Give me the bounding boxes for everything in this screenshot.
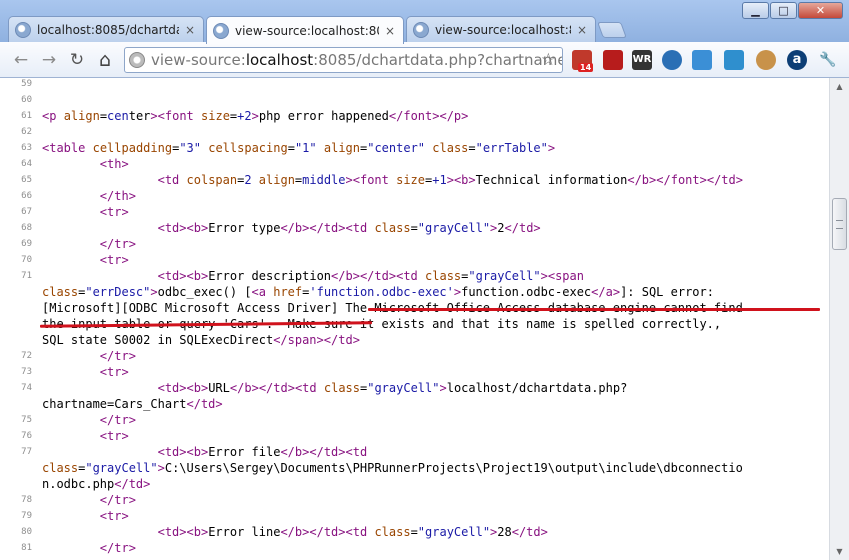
line-code: </tr> <box>99 349 136 363</box>
tab-view-source-active[interactable]: view-source:localhost:8085/ × <box>206 16 404 44</box>
line-number: 64 <box>21 159 32 169</box>
line-code: </tr> <box>99 493 136 507</box>
alexa-icon[interactable]: a <box>787 50 807 70</box>
tab-label: view-source:localhost:8085/ <box>235 23 379 38</box>
line-number: 68 <box>21 223 32 233</box>
line-code: class="grayCell">C:\Users\Sergey\Documen… <box>42 461 743 475</box>
browser-toolbar: ← → ↻ ⌂ view-source: localhost:8085/dchar… <box>0 42 849 78</box>
tab-label: view-source:localhost:8085/ <box>435 23 571 37</box>
line-number: 79 <box>21 511 32 521</box>
url-host: localhost <box>245 51 314 69</box>
scrollbar-thumb[interactable] <box>832 198 847 250</box>
line-code: <td colspan=2 align=middle><font size=+1… <box>157 173 743 187</box>
close-icon[interactable]: × <box>383 24 397 38</box>
line-code: <tr> <box>99 205 129 219</box>
line-number: 72 <box>21 351 32 361</box>
line-code: </tr> <box>99 541 136 555</box>
line-number: 67 <box>21 207 32 217</box>
scroll-down-arrow-icon[interactable]: ▼ <box>830 543 849 560</box>
bookmark-star-icon[interactable]: ☆ <box>541 50 556 70</box>
line-number: 65 <box>21 175 32 185</box>
close-icon[interactable]: × <box>575 23 589 37</box>
line-number: 60 <box>21 95 32 105</box>
line-number: 62 <box>21 127 32 137</box>
line-number: 71 <box>21 271 32 281</box>
tab-label: localhost:8085/dchartdata.p <box>37 23 179 37</box>
line-number: 78 <box>21 495 32 505</box>
line-code: n.odbc.php</td> <box>42 477 151 491</box>
line-code: <tr> <box>99 509 129 523</box>
line-code: </tr> <box>99 413 136 427</box>
line-code: <tr> <box>99 429 129 443</box>
book-icon[interactable] <box>603 50 623 70</box>
line-number: 63 <box>21 143 32 153</box>
tab-dchartdata[interactable]: localhost:8085/dchartdata.p × <box>8 16 204 43</box>
line-code: SQL state S0002 in SQLExecDirect</span><… <box>42 333 360 347</box>
cookie-icon[interactable] <box>756 50 776 70</box>
line-code: <tr> <box>99 365 129 379</box>
url-rest: :8085/dchartdata.php?chartname=Ca <box>313 51 562 69</box>
line-number: 70 <box>21 255 32 265</box>
line-number: 76 <box>21 431 32 441</box>
line-code: <td><b>Error type</b></td><td class="gra… <box>157 221 541 235</box>
line-number: 75 <box>21 415 32 425</box>
maximize-button[interactable]: □ <box>770 2 797 19</box>
tab-view-source[interactable]: view-source:localhost:8085/ × <box>406 16 596 43</box>
error-underline <box>368 308 820 311</box>
line-code: chartname=Cars_Chart</td> <box>42 397 223 411</box>
line-code: <td><b>Error line</b></td><td class="gra… <box>157 525 548 539</box>
line-code: </tr> <box>99 237 136 251</box>
line-code: <td><b>URL</b></td><td class="grayCell">… <box>157 381 628 395</box>
line-code: <table cellpadding="3" cellspacing="1" a… <box>42 141 556 155</box>
close-icon[interactable]: × <box>183 23 197 37</box>
vertical-scrollbar[interactable]: ▲ ▼ <box>829 78 849 560</box>
line-number: 59 <box>21 79 32 89</box>
title-bar: localhost:8085/dchartdata.p × view-sourc… <box>0 0 849 44</box>
url-prefix: view-source: <box>151 51 246 69</box>
globe-icon <box>15 22 31 38</box>
source-view: 59 60 61 <p align=center><font size=+2>php … <box>0 78 829 560</box>
minimize-button[interactable]: ▁ <box>742 2 769 19</box>
line-number: 81 <box>21 543 32 553</box>
note-icon[interactable] <box>724 50 744 70</box>
no-speed-icon[interactable] <box>662 50 682 70</box>
line-code: <td><b>Error file</b></td><td <box>157 445 368 459</box>
line-code: <th> <box>99 157 129 171</box>
scroll-up-arrow-icon[interactable]: ▲ <box>830 78 849 95</box>
line-code: <p align=center><font size=+2>php error … <box>42 109 469 123</box>
line-number: 61 <box>21 111 32 121</box>
line-code: class="errDesc">odbc_exec() [<a href='fu… <box>42 285 714 299</box>
line-code: </th> <box>99 189 136 203</box>
address-bar[interactable]: view-source: localhost:8085/dchartdata.ph… <box>124 47 563 73</box>
stats-icon[interactable] <box>692 50 712 70</box>
line-number: 80 <box>21 527 32 537</box>
line-number: 77 <box>21 447 32 457</box>
page-icon <box>129 52 145 68</box>
back-button[interactable]: ← <box>10 50 32 70</box>
reload-button[interactable]: ↻ <box>66 50 88 70</box>
home-button[interactable]: ⌂ <box>94 50 116 70</box>
line-code: <tr> <box>99 253 129 267</box>
wr-icon[interactable]: WR <box>632 50 652 70</box>
wrench-icon[interactable]: 🔧 <box>818 50 838 70</box>
globe-icon <box>213 22 229 39</box>
window-controls: ▁ □ ✕ <box>741 2 843 19</box>
line-number: 74 <box>21 383 32 393</box>
globe-icon <box>413 22 429 38</box>
line-number: 69 <box>21 239 32 249</box>
line-number: 66 <box>21 191 32 201</box>
new-tab-button[interactable] <box>597 22 627 38</box>
forward-button[interactable]: → <box>38 50 60 70</box>
calendar-badge: 14 <box>578 63 594 72</box>
calendar-icon[interactable]: 14 <box>572 50 594 72</box>
line-number: 73 <box>21 367 32 377</box>
line-code: <td><b>Error description</b></td><td cla… <box>157 269 584 283</box>
window-close-button[interactable]: ✕ <box>798 2 843 19</box>
